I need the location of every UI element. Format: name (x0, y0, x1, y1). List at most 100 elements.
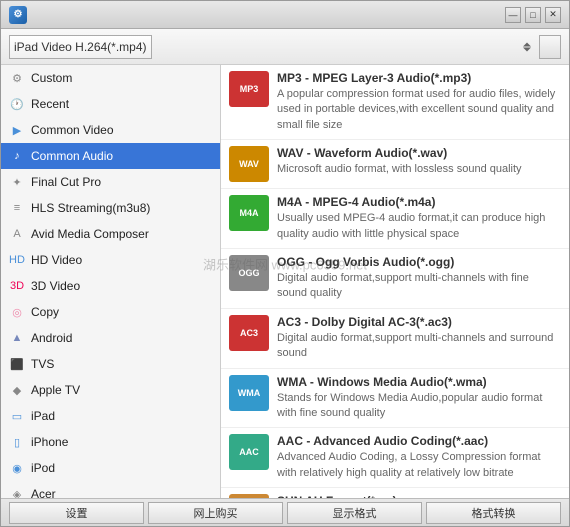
sidebar-item-custom[interactable]: ⚙ Custom (1, 65, 220, 91)
format-info-ogg: OGG - Ogg Vorbis Audio(*.ogg)Digital aud… (277, 255, 561, 302)
format-desc-ogg: Digital audio format,support multi-chann… (277, 271, 561, 302)
format-title-wav: WAV - Waveform Audio(*.wav) (277, 146, 561, 160)
convert-button[interactable]: 格式转换 (426, 502, 561, 524)
save-as-button[interactable] (539, 35, 561, 59)
sidebar-item-apple-tv[interactable]: ◆ Apple TV (1, 377, 220, 403)
format-desc-mp3: A popular compression format used for au… (277, 87, 561, 133)
sidebar-item-label-tvs: TVS (31, 357, 212, 371)
format-desc-wav: Microsoft audio format, with lossless so… (277, 162, 561, 177)
sidebar-item-3d-video[interactable]: 3D 3D Video (1, 273, 220, 299)
sidebar-item-label-android: Android (31, 331, 212, 345)
format-thumb-wav: WAV (229, 146, 269, 182)
maximize-button[interactable]: □ (525, 7, 541, 23)
format-title-mp3: MP3 - MPEG Layer-3 Audio(*.mp3) (277, 71, 561, 85)
format-info-wma: WMA - Windows Media Audio(*.wma) Stands f… (277, 375, 561, 422)
format-select[interactable]: iPad Video H.264(*.mp4) (9, 35, 152, 59)
close-button[interactable]: ✕ (545, 7, 561, 23)
sidebar-item-common-video[interactable]: ▶ Common Video (1, 117, 220, 143)
sidebar-item-label-iphone: iPhone (31, 435, 212, 449)
format-thumb-m4a: M4A (229, 195, 269, 231)
format-desc-wma: Stands for Windows Media Audio,popular a… (277, 391, 561, 422)
sidebar-item-label-ipod: iPod (31, 461, 212, 475)
format-info-m4a: M4A - MPEG-4 Audio(*.m4a) Usually used MP… (277, 195, 561, 242)
acer-icon: ◈ (9, 486, 25, 498)
sidebar-item-label-recent: Recent (31, 97, 212, 111)
minimize-button[interactable]: — (505, 7, 521, 23)
online-button[interactable]: 网上购买 (148, 502, 283, 524)
common-audio-icon: ♪ (9, 148, 25, 164)
final-cut-pro-icon: ✦ (9, 174, 25, 190)
format-item-m4a[interactable]: M4A M4A - MPEG-4 Audio(*.m4a) Usually used… (221, 189, 569, 249)
sidebar-item-hls-streaming[interactable]: ≡ HLS Streaming(m3u8) (1, 195, 220, 221)
avid-media-composer-icon: A (9, 226, 25, 242)
format-item-aac[interactable]: AAC AAC - Advanced Audio Coding(*.aac) Adv… (221, 428, 569, 488)
sidebar-item-label-copy: Copy (31, 305, 212, 319)
settings-button[interactable]: 设置 (9, 502, 144, 524)
format-info-ac3: AC3 - Dolby Digital AC-3(*.ac3)Digital a… (277, 315, 561, 362)
sidebar-item-hd-video[interactable]: HD HD Video (1, 247, 220, 273)
toolbar: iPad Video H.264(*.mp4) (1, 29, 569, 65)
sidebar-item-label-3d-video: 3D Video (31, 279, 212, 293)
iphone-icon: ▯ (9, 434, 25, 450)
format-item-wma[interactable]: WMA WMA - Windows Media Audio(*.wma) Stand… (221, 369, 569, 429)
sidebar-item-recent[interactable]: 🕐 Recent (1, 91, 220, 117)
format-info-wav: WAV - Waveform Audio(*.wav) Microsoft aud… (277, 146, 561, 177)
format-item-ogg[interactable]: OGGOGG - Ogg Vorbis Audio(*.ogg)Digital … (221, 249, 569, 309)
hd-video-icon: HD (9, 252, 25, 268)
sidebar-item-label-avid-media-composer: Avid Media Composer (31, 227, 212, 241)
format-thumb-ac3: AC3 (229, 315, 269, 351)
sidebar-item-ipad[interactable]: ▭ iPad (1, 403, 220, 429)
3d-video-icon: 3D (9, 278, 25, 294)
sidebar-item-tvs[interactable]: ⬛ TVS (1, 351, 220, 377)
sidebar-item-label-custom: Custom (31, 71, 212, 85)
sidebar-item-label-common-audio: Common Audio (31, 149, 212, 163)
recent-icon: 🕐 (9, 96, 25, 112)
apple-tv-icon: ◆ (9, 382, 25, 398)
format-thumb-aac: AAC (229, 434, 269, 470)
window-controls: — □ ✕ (505, 7, 561, 23)
sidebar-item-iphone[interactable]: ▯ iPhone (1, 429, 220, 455)
format-info-mp3: MP3 - MPEG Layer-3 Audio(*.mp3) A popular… (277, 71, 561, 133)
sidebar-item-final-cut-pro[interactable]: ✦ Final Cut Pro (1, 169, 220, 195)
custom-icon: ⚙ (9, 70, 25, 86)
format-item-mp3[interactable]: MP3MP3 - MPEG Layer-3 Audio(*.mp3)A popu… (221, 65, 569, 140)
format-title-ac3: AC3 - Dolby Digital AC-3(*.ac3) (277, 315, 561, 329)
format-select-wrapper: iPad Video H.264(*.mp4) (9, 35, 533, 59)
content-panel: 湖乐软件网 www.pc6359.net MP3MP3 - MPEG Layer… (221, 65, 569, 498)
sidebar-item-label-common-video: Common Video (31, 123, 212, 137)
sidebar-item-acer[interactable]: ◈Acer (1, 481, 220, 498)
sidebar-item-copy[interactable]: ◎ Copy (1, 299, 220, 325)
hls-streaming-icon: ≡ (9, 200, 25, 216)
tvs-icon: ⬛ (9, 356, 25, 372)
main-window: ⚙ — □ ✕ iPad Video H.264(*.mp4) ⚙ Custom 🕐… (0, 0, 570, 527)
format-item-ac3[interactable]: AC3AC3 - Dolby Digital AC-3(*.ac3)Digita… (221, 309, 569, 369)
format-thumb-ogg: OGG (229, 255, 269, 291)
sidebar-item-label-ipad: iPad (31, 409, 212, 423)
sidebar: ⚙ Custom 🕐 Recent ▶ Common Video ♪ Common Audio… (1, 65, 221, 498)
sidebar-item-android[interactable]: ▲ Android (1, 325, 220, 351)
format-title-aac: AAC - Advanced Audio Coding(*.aac) (277, 434, 561, 448)
common-video-icon: ▶ (9, 122, 25, 138)
sidebar-item-label-hd-video: HD Video (31, 253, 212, 267)
sidebar-item-label-final-cut-pro: Final Cut Pro (31, 175, 212, 189)
select-arrow-icon (523, 42, 531, 51)
ipad-icon: ▭ (9, 408, 25, 424)
format-desc-m4a: Usually used MPEG-4 audio format,it can … (277, 211, 561, 242)
show-format-button[interactable]: 显示格式 (287, 502, 422, 524)
copy-icon: ◎ (9, 304, 25, 320)
sidebar-item-ipod[interactable]: ◉iPod (1, 455, 220, 481)
format-item-wav[interactable]: WAV WAV - Waveform Audio(*.wav) Microsoft … (221, 140, 569, 189)
format-thumb-wma: WMA (229, 375, 269, 411)
android-icon: ▲ (9, 330, 25, 346)
sidebar-item-label-apple-tv: Apple TV (31, 383, 212, 397)
sidebar-item-common-audio[interactable]: ♪ Common Audio (1, 143, 220, 169)
format-title-m4a: M4A - MPEG-4 Audio(*.m4a) (277, 195, 561, 209)
format-desc-aac: Advanced Audio Coding, a Lossy Compressi… (277, 450, 561, 481)
title-bar: ⚙ — □ ✕ (1, 1, 569, 29)
format-title-wma: WMA - Windows Media Audio(*.wma) (277, 375, 561, 389)
format-info-aac: AAC - Advanced Audio Coding(*.aac) Advanc… (277, 434, 561, 481)
sidebar-item-avid-media-composer[interactable]: A Avid Media Composer (1, 221, 220, 247)
sidebar-item-label-hls-streaming: HLS Streaming(m3u8) (31, 201, 212, 215)
format-item-au[interactable]: AUSUN AU Format(*.au)Digital audio forma… (221, 488, 569, 498)
app-icon: ⚙ (9, 6, 27, 24)
